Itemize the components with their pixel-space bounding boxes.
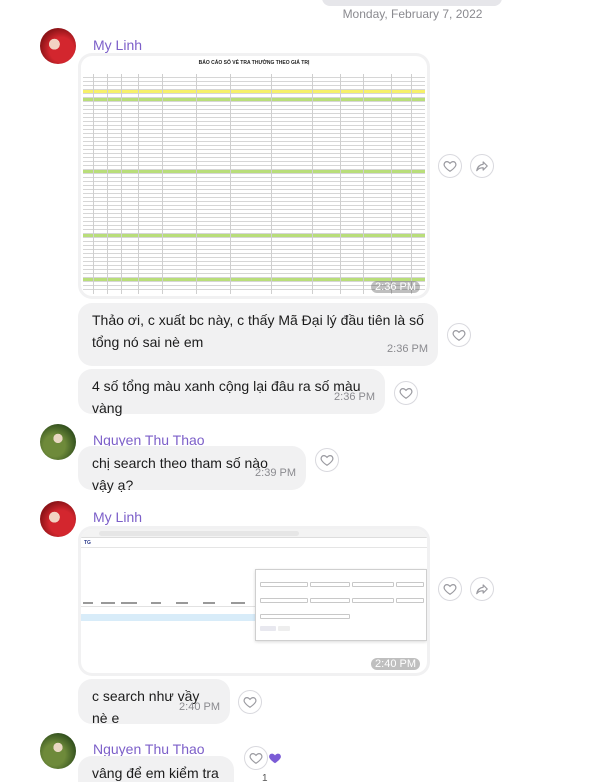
message-bubble[interactable]: 4 số tổng màu xanh cộng lại đâu ra số mà… — [78, 369, 385, 416]
share-button[interactable] — [470, 577, 494, 601]
message-bubble[interactable]: chị search theo tham số nào vậy ạ? 2:39 … — [78, 446, 306, 493]
react-button[interactable] — [315, 448, 339, 472]
image-attachment-report[interactable]: BÁO CÁO SỐ VÉ TRA THƯỜNG THEO GIÁ TRỊ 2:… — [78, 53, 430, 299]
heart-icon — [243, 697, 257, 708]
react-button[interactable] — [394, 381, 418, 405]
date-pill — [322, 0, 502, 6]
reaction-heart[interactable] — [263, 746, 287, 770]
report-column — [363, 74, 365, 294]
share-button[interactable] — [470, 154, 494, 178]
heart-filled-icon — [269, 753, 281, 764]
date-separator: Monday, February 7, 2022 — [342, 7, 483, 21]
app-screenshot-image: TG — [81, 529, 427, 673]
message-time: 2:40 PM — [179, 701, 220, 713]
report-column — [271, 74, 273, 294]
report-column — [411, 74, 413, 294]
message-time: 2:40 PM — [371, 658, 420, 670]
message-time: 2:36 PM — [371, 281, 420, 293]
message-text: Thảo ơi, c xuất bc này, c thấy Mã Đại lý… — [92, 312, 424, 350]
report-column — [120, 74, 122, 294]
react-button[interactable] — [238, 690, 262, 714]
report-column — [195, 74, 197, 294]
app-table-header — [81, 599, 256, 607]
report-column — [390, 74, 392, 294]
report-column — [137, 74, 139, 294]
report-column — [161, 74, 163, 294]
message-time: 2:39 PM — [255, 467, 296, 479]
avatar-my-linh[interactable] — [40, 501, 76, 537]
react-button[interactable] — [447, 323, 471, 347]
message-text: 4 số tổng màu xanh cộng lại đâu ra số mà… — [92, 378, 361, 416]
avatar-nguyen-thu-thao[interactable] — [40, 424, 76, 460]
heart-icon — [452, 330, 466, 341]
share-icon — [476, 584, 488, 595]
sender-name[interactable]: My Linh — [93, 37, 142, 53]
message-time: 2:36 PM — [387, 343, 428, 355]
react-button[interactable] — [438, 154, 462, 178]
app-filter-panel — [255, 569, 427, 641]
heart-icon — [443, 584, 457, 595]
report-title: BÁO CÁO SỐ VÉ TRA THƯỜNG THEO GIÁ TRỊ — [198, 60, 310, 66]
report-column — [230, 74, 232, 294]
heart-icon — [320, 455, 334, 466]
report-column — [106, 74, 108, 294]
message-text: vâng để em kiểm tra ạ — [92, 765, 219, 781]
image-attachment-screenshot[interactable]: TG 2:40 PM — [78, 526, 430, 676]
react-button[interactable] — [438, 577, 462, 601]
message-time: 2:36 PM — [334, 391, 375, 403]
share-icon — [476, 161, 488, 172]
heart-icon — [249, 753, 263, 764]
app-selected-row — [81, 614, 256, 621]
report-column — [93, 74, 95, 294]
message-bubble[interactable]: c search như vầy nè e 2:40 PM — [78, 679, 230, 726]
reaction-count: 1 — [262, 773, 268, 782]
heart-icon — [443, 161, 457, 172]
report-table — [83, 74, 425, 294]
sender-name[interactable]: My Linh — [93, 509, 142, 525]
avatar-nguyen-thu-thao[interactable] — [40, 733, 76, 769]
message-bubble[interactable]: Thảo ơi, c xuất bc này, c thấy Mã Đại lý… — [78, 303, 438, 366]
report-column — [312, 74, 314, 294]
heart-icon — [399, 388, 413, 399]
sender-name[interactable]: Nguyen Thu Thao — [93, 741, 205, 757]
report-column — [339, 74, 341, 294]
app-logo: TG — [84, 540, 91, 546]
message-bubble[interactable]: vâng để em kiểm tra ạ — [78, 756, 234, 782]
avatar-my-linh[interactable] — [40, 28, 76, 64]
report-image: BÁO CÁO SỐ VÉ TRA THƯỜNG THEO GIÁ TRỊ — [81, 56, 427, 296]
